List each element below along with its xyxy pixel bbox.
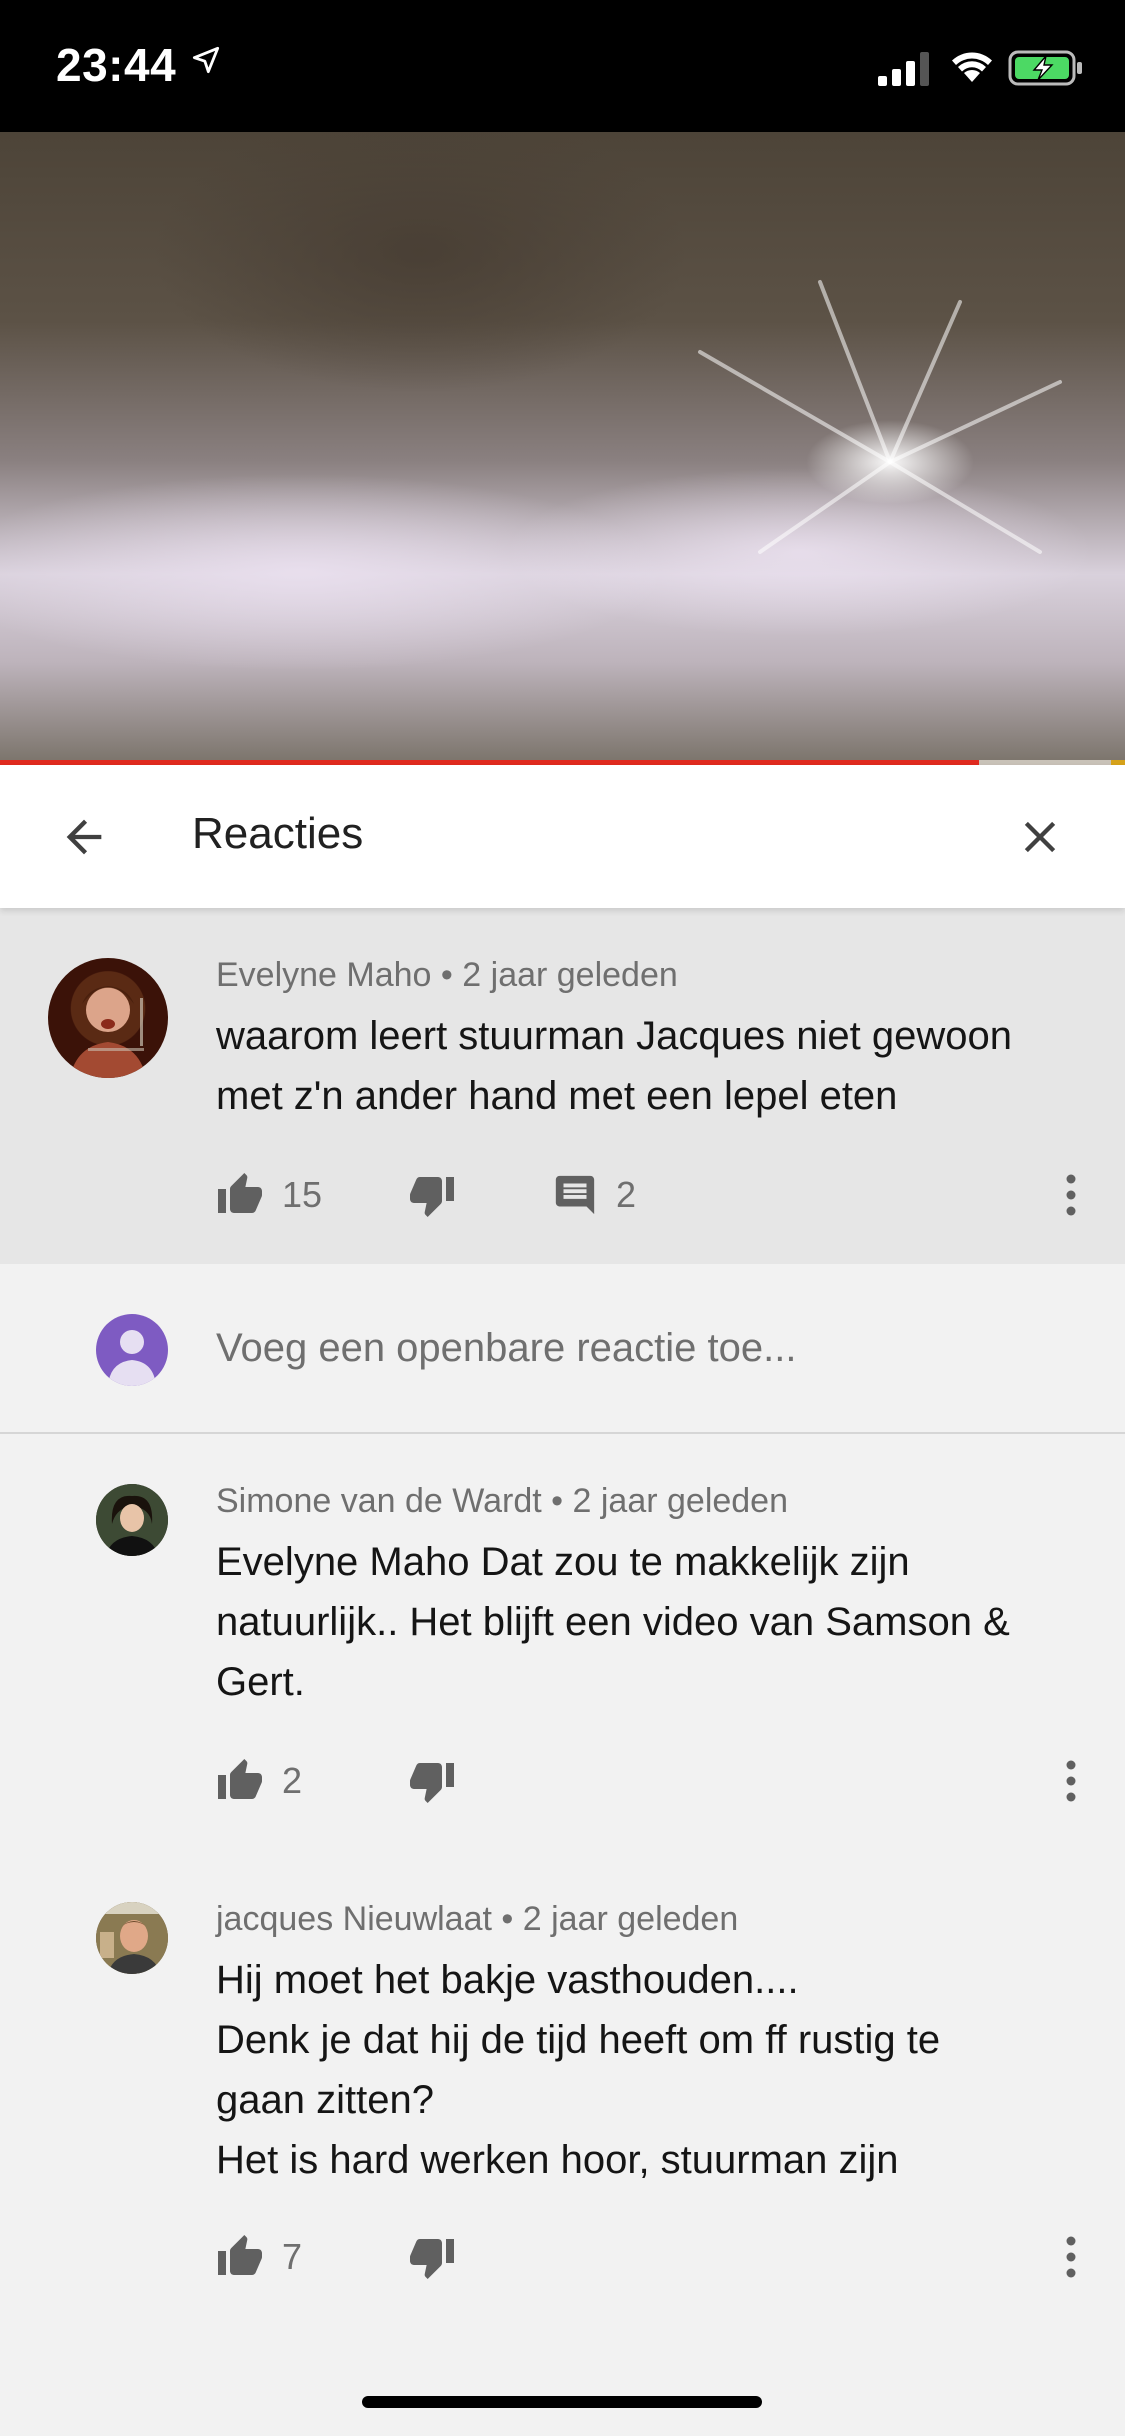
thumb-up-icon: [218, 1173, 262, 1213]
avatar-photo: [96, 1484, 168, 1556]
like-button[interactable]: 2: [216, 1746, 302, 1816]
comments-header: Reacties: [0, 765, 1125, 908]
status-bar: 23:44: [0, 0, 1125, 132]
reply-count: 2: [616, 1174, 637, 1215]
thumb-down-icon: [410, 1177, 454, 1217]
comment-text-line: waarom leert stuurman Jacques niet gewoo…: [216, 1014, 1012, 1058]
comment-meta: Simone van de Wardt • 2 jaar geleden: [216, 1482, 788, 1521]
comment-text-line: gaan zitten?: [216, 2078, 434, 2122]
comment-actions: 2: [0, 1746, 1125, 1816]
comment-meta: jacques Nieuwlaat • 2 jaar geleden: [216, 1900, 738, 1939]
thumb-down-icon: [410, 2239, 454, 2279]
like-button[interactable]: 7: [216, 2222, 302, 2292]
add-reply-bar[interactable]: Voeg een openbare reactie toe...: [0, 1264, 1125, 1434]
avatar-photo: [70, 986, 146, 1078]
top-comment: Evelyne Maho • 2 jaar geleden waarom lee…: [0, 908, 1125, 1264]
comment-text-line: Denk je dat hij de tijd heeft om ff rust…: [216, 2018, 941, 2062]
comment-time: 2 jaar geleden: [462, 956, 678, 994]
avatar-photo: [96, 1902, 168, 1974]
comment-author[interactable]: Simone van de Wardt: [216, 1482, 542, 1520]
thumb-down-icon: [410, 1763, 454, 1803]
comment-text-line: met z'n ander hand met een lepel eten: [216, 1074, 898, 1118]
more-options-button[interactable]: [1056, 1160, 1086, 1230]
comment-icon: [555, 1175, 595, 1215]
comment-text-line: Het is hard werken hoor, stuurman zijn: [216, 2138, 899, 2182]
close-icon: [1024, 821, 1056, 853]
comment-text: Evelyne Maho Dat zou te makkelijk zijn n…: [216, 1532, 1076, 1712]
thumb-up-icon: [218, 1759, 262, 1799]
comment-author[interactable]: Evelyne Maho: [216, 956, 431, 994]
youtube-comments-screen: 23:44 Reacties Evelyne Maho • 2 jaar gel…: [0, 0, 1125, 2436]
comment-text: Hij moet het bakje vasthouden.... Denk j…: [216, 1950, 1076, 2190]
comment-time: 2 jaar geleden: [572, 1482, 789, 1520]
meta-separator: •: [440, 956, 453, 994]
reply-comment: Simone van de Wardt • 2 jaar geleden Eve…: [0, 1434, 1125, 1874]
avatar[interactable]: [96, 1902, 168, 1974]
page-title: Reacties: [192, 809, 364, 858]
meta-separator: •: [501, 1900, 514, 1938]
dislike-button[interactable]: [408, 1746, 456, 1816]
more-options-button[interactable]: [1056, 1746, 1086, 1816]
comment-text-line: Evelyne Maho Dat zou te makkelijk zijn: [216, 1540, 910, 1584]
reply-comment: jacques Nieuwlaat • 2 jaar geleden Hij m…: [0, 1852, 1125, 2352]
signal-icon: [878, 52, 934, 91]
wifi-icon: [950, 50, 994, 89]
like-button[interactable]: 15: [216, 1160, 322, 1230]
home-indicator[interactable]: [362, 2396, 762, 2408]
close-button[interactable]: [1012, 809, 1068, 865]
comment-actions: 7: [0, 2222, 1125, 2292]
location-arrow-icon: [192, 46, 220, 79]
thumb-up-icon: [218, 2235, 262, 2275]
comment-author[interactable]: jacques Nieuwlaat: [216, 1900, 492, 1938]
video-frame-light-glare: [698, 280, 1062, 554]
reply-button[interactable]: 2: [552, 1160, 636, 1230]
like-count: 15: [282, 1174, 323, 1215]
comment-text-line: natuurlijk.. Het blijft een video van Sa…: [216, 1600, 1010, 1644]
like-count: 7: [282, 2236, 303, 2277]
avatar[interactable]: [48, 958, 168, 1078]
arrow-left-icon: [66, 819, 102, 855]
more-vert-icon: [1066, 1760, 1076, 1802]
video-player[interactable]: [0, 132, 1125, 764]
battery-charging-icon: [1008, 50, 1084, 91]
dislike-button[interactable]: [408, 2222, 456, 2292]
back-button[interactable]: [56, 809, 112, 865]
reply-input-placeholder[interactable]: Voeg een openbare reactie toe...: [216, 1326, 796, 1371]
status-time: 23:44: [56, 39, 177, 91]
comment-text-line: Hij moet het bakje vasthouden....: [216, 1958, 799, 2002]
meta-separator: •: [551, 1482, 564, 1520]
more-vert-icon: [1066, 1174, 1076, 1216]
more-options-button[interactable]: [1056, 2222, 1086, 2292]
avatar[interactable]: [96, 1484, 168, 1556]
comment-text-line: Gert.: [216, 1660, 305, 1704]
comment-text: waarom leert stuurman Jacques niet gewoo…: [216, 1006, 1076, 1126]
comment-time: 2 jaar geleden: [522, 1900, 739, 1938]
user-avatar-icon: [96, 1314, 168, 1386]
comment-actions: 15 2: [0, 1160, 1125, 1230]
like-count: 2: [282, 1760, 303, 1801]
comment-meta: Evelyne Maho • 2 jaar geleden: [216, 956, 678, 995]
more-vert-icon: [1066, 2236, 1076, 2278]
dislike-button[interactable]: [408, 1160, 456, 1230]
